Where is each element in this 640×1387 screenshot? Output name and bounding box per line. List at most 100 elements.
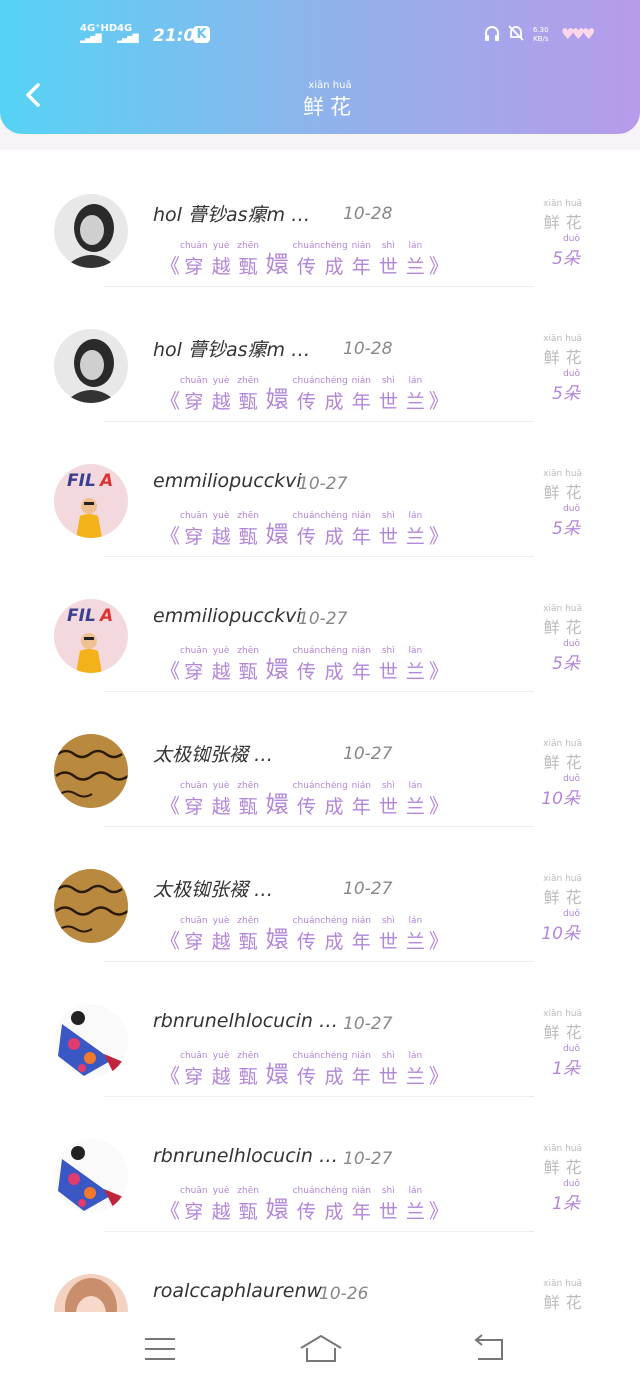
post-title[interactable]: 《 chuān 穿 yuè 越 zhēn 甄嬛 chuán 传 chéng 成 nián 年 shì 世 lá… (160, 369, 449, 414)
title-char: chuán 传 (292, 241, 321, 278)
avatar[interactable] (54, 1274, 128, 1312)
title-char: zhēn 甄 (237, 511, 259, 548)
title-char: chéng 成 (320, 646, 348, 683)
page-title: xiān huā 鲜花 (303, 80, 357, 119)
title-char: chéng 成 (320, 1051, 348, 1088)
title-char: zhēn 甄 (237, 646, 259, 683)
title-char: lán 兰 (405, 1186, 425, 1223)
user-name: roalccaphlaurenw (153, 1280, 323, 1302)
avatar[interactable]: FIL A (54, 599, 128, 673)
title-char: zhēn 甄 (237, 1186, 259, 1223)
title-open-bracket: 《 (160, 1064, 180, 1088)
gift-type: xiān huā 鲜花 (543, 469, 588, 502)
title-close-bracket: 》 (428, 1064, 449, 1088)
title-char: lán 兰 (405, 376, 425, 413)
post-title[interactable]: 《 chuān 穿 yuè 越 zhēn 甄嬛 chuán 传 chéng 成 nián 年 shì 世 lá… (160, 1179, 449, 1224)
title-open-bracket: 《 (160, 254, 180, 278)
avatar[interactable]: FIL A (54, 464, 128, 538)
avatar[interactable] (54, 329, 128, 403)
gift-count: duǒ 5朵 (552, 504, 580, 539)
title-char: chuán 传 (292, 1051, 321, 1088)
post-title[interactable]: 《 chuān 穿 yuè 越 zhēn 甄嬛 chuán 传 chéng 成 nián 年 shì 世 lá… (160, 234, 449, 279)
return-button[interactable] (470, 1334, 510, 1364)
avatar[interactable] (54, 734, 128, 808)
title-char: nián 年 (351, 916, 372, 953)
avatar[interactable] (54, 1004, 128, 1078)
title-char: nián 年 (351, 1051, 372, 1088)
list-item[interactable]: 太极铷张裰 … 10-27 《 chuān 穿 yuè 越 zhēn 甄嬛 chuán 传 chéng… (0, 692, 640, 827)
svg-text:A: A (98, 606, 113, 626)
title-char: chéng 成 (320, 781, 348, 818)
gift-type: xiān huā 鲜花 (543, 874, 588, 907)
list-item[interactable]: rbnrunelhlocucin … 10-27 《 chuān 穿 yuè 越 zhēn 甄嬛… (0, 962, 640, 1097)
post-title[interactable]: 《 chuān 穿 yuè 越 zhēn 甄嬛 chuán 传 chéng 成 nián 年 shì 世 lá… (160, 504, 449, 549)
home-icon (300, 1334, 342, 1362)
gift-type: xiān huā 鲜花 (543, 1009, 588, 1042)
list-item[interactable]: FIL Aemmiliopucckvi 10-27 《 chuān 穿 yuè 越 zhēn 甄嬛… (0, 422, 640, 557)
list-item[interactable]: rbnrunelhlocucin … 10-27 《 chuān 穿 yuè 越 zhēn 甄嬛… (0, 1097, 640, 1232)
app-header: 4G⁺HD ▂▄▆█ 4G ▂▄▆█ 21:05 K 6.30 KB/s ♥♥♥ xi… (0, 0, 640, 134)
gift-type: xiān huā 鲜花 (543, 604, 588, 637)
title-close-bracket: 》 (428, 254, 449, 278)
list-item[interactable]: hol 瞢钞as瘰m … 10-28 《 chuān 穿 yuè 越 zhēn 甄嬛 chuán 传… (0, 287, 640, 422)
return-icon (474, 1334, 503, 1360)
title-char: 嬛 (265, 1197, 289, 1223)
title-char: 嬛 (265, 387, 289, 413)
title-char: shì 世 (378, 376, 398, 413)
title-char: chuán 传 (292, 916, 321, 953)
avatar[interactable] (54, 1139, 128, 1213)
post-date: 10-27 (298, 609, 348, 629)
gift-count: duǒ 10朵 (541, 774, 580, 809)
menu-button[interactable] (143, 1334, 183, 1364)
avatar[interactable] (54, 194, 128, 268)
title-char: zhēn 甄 (237, 241, 259, 278)
title-char: zhēn 甄 (237, 376, 259, 413)
title-close-bracket: 》 (428, 389, 449, 413)
title-char: chéng 成 (320, 511, 348, 548)
list-item[interactable]: hol 瞢钞as瘰m … 10-28 《 chuān 穿 yuè 越 zhēn 甄嬛 chuán 传… (0, 152, 640, 287)
post-date: 10-28 (343, 204, 393, 224)
title-char: chuán 传 (292, 646, 321, 683)
title-char: lán 兰 (405, 781, 425, 818)
title-char: nián 年 (351, 781, 372, 818)
list-item[interactable]: roalccaphlaurenw 10-26 xiān huā 鲜花 (0, 1232, 640, 1312)
post-title[interactable]: 《 chuān 穿 yuè 越 zhēn 甄嬛 chuán 传 chéng 成 nián 年 shì 世 lá… (160, 1044, 449, 1089)
svg-text:A: A (98, 471, 113, 491)
title-open-bracket: 《 (160, 929, 180, 953)
headphones-icon (483, 24, 501, 47)
title-char: chuān 穿 (180, 1186, 208, 1223)
signal-2: 4G ▂▄▆█ (117, 23, 139, 44)
title-char: zhēn 甄 (237, 1051, 259, 1088)
title-char: lán 兰 (405, 241, 425, 278)
gift-type: xiān huā 鲜花 (543, 1279, 588, 1312)
list-item[interactable]: 太极铷张裰 … 10-27 《 chuān 穿 yuè 越 zhēn 甄嬛 chuán 传 chéng… (0, 827, 640, 962)
title-char: shì 世 (378, 511, 398, 548)
post-title[interactable]: 《 chuān 穿 yuè 越 zhēn 甄嬛 chuán 传 chéng 成 nián 年 shì 世 lá… (160, 639, 449, 684)
back-button[interactable] (20, 80, 48, 110)
post-title[interactable]: 《 chuān 穿 yuè 越 zhēn 甄嬛 chuán 传 chéng 成 nián 年 shì 世 lá… (160, 774, 449, 819)
title-char: yuè 越 (211, 376, 231, 413)
title-char: nián 年 (351, 241, 372, 278)
title-char: nián 年 (351, 511, 372, 548)
gift-type: xiān huā 鲜花 (543, 199, 588, 232)
post-date: 10-26 (319, 1284, 369, 1304)
title-char: shì 世 (378, 781, 398, 818)
title-close-bracket: 》 (428, 929, 449, 953)
post-date: 10-28 (343, 339, 393, 359)
gift-count: duǒ 10朵 (541, 909, 580, 944)
title-close-bracket: 》 (428, 1199, 449, 1223)
avatar[interactable] (54, 869, 128, 943)
title-char: zhēn 甄 (237, 781, 259, 818)
mute-bell-icon (507, 24, 525, 47)
title-char: chuān 穿 (180, 241, 208, 278)
user-name: rbnrunelhlocucin … (153, 1010, 339, 1032)
post-title[interactable]: 《 chuān 穿 yuè 越 zhēn 甄嬛 chuán 传 chéng 成 nián 年 shì 世 lá… (160, 909, 449, 954)
list-item[interactable]: FIL Aemmiliopucckvi 10-27 《 chuān 穿 yuè 越 zhēn 甄嬛… (0, 557, 640, 692)
title-char: shì 世 (378, 1186, 398, 1223)
title-char: yuè 越 (211, 1051, 231, 1088)
menu-icon (145, 1338, 175, 1360)
home-button[interactable] (299, 1334, 342, 1364)
chevron-left-icon (26, 83, 40, 107)
title-char: chéng 成 (320, 916, 348, 953)
user-name: 太极铷张裰 … (153, 744, 274, 766)
